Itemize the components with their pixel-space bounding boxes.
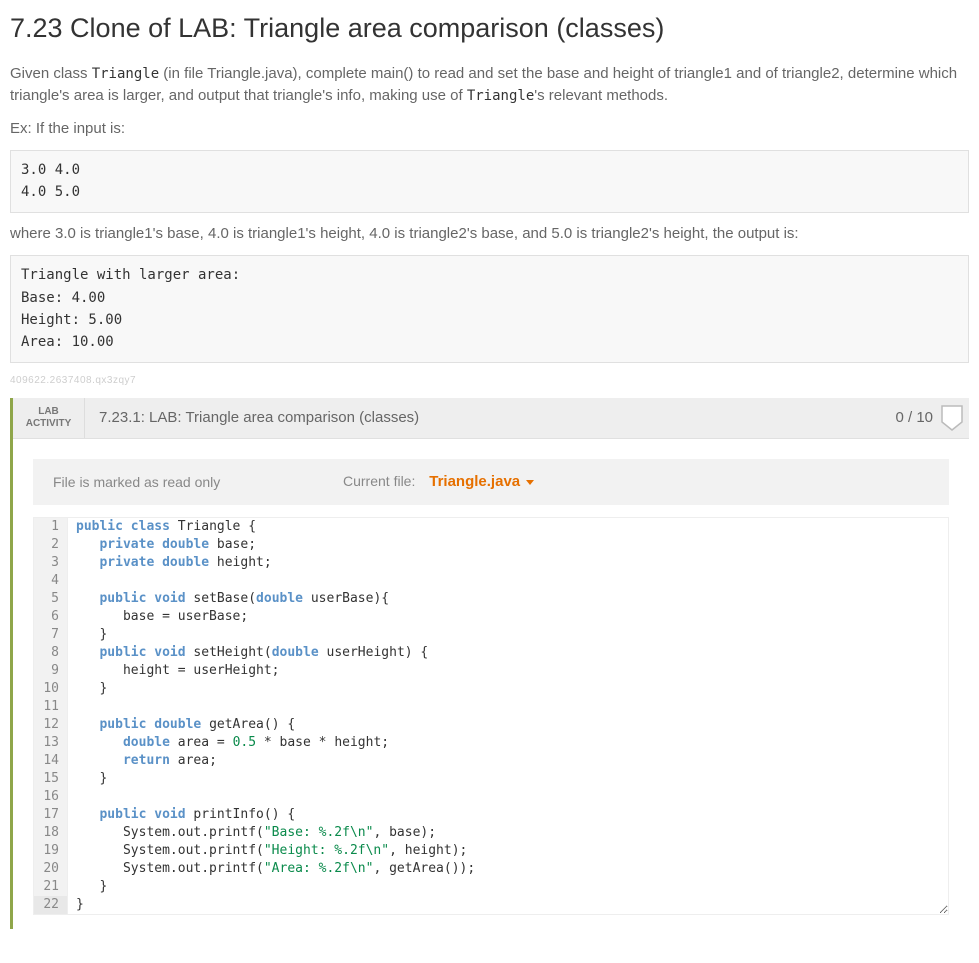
intro-paragraph: Given class Triangle (in file Triangle.j…: [10, 63, 969, 108]
gutter-number: 19: [34, 842, 68, 860]
code-line: 22}: [34, 896, 948, 914]
example-explain: where 3.0 is triangle1's base, 4.0 is tr…: [10, 223, 969, 246]
code-line: 6 base = userBase;: [34, 608, 948, 626]
code-line: 17 public void printInfo() {: [34, 806, 948, 824]
code-source: return area;: [68, 752, 217, 770]
code-line: 2 private double base;: [34, 536, 948, 554]
code-line: 4: [34, 572, 948, 590]
activity-tag-line2: ACTIVITY: [26, 418, 72, 430]
code-line: 13 double area = 0.5 * base * height;: [34, 734, 948, 752]
code-source: private double base;: [68, 536, 256, 554]
activity-header: LAB ACTIVITY 7.23.1: LAB: Triangle area …: [13, 398, 969, 439]
code-line: 18 System.out.printf("Base: %.2f\n", bas…: [34, 824, 948, 842]
code-line: 15 }: [34, 770, 948, 788]
code-line: 1public class Triangle {: [34, 518, 948, 536]
intro-text-a: Given class: [10, 65, 92, 82]
code-source: public void printInfo() {: [68, 806, 295, 824]
code-source: System.out.printf("Height: %.2f\n", heig…: [68, 842, 467, 860]
current-file-name: Triangle.java: [429, 471, 520, 494]
gutter-number: 17: [34, 806, 68, 824]
code-source: private double height;: [68, 554, 272, 572]
intro-text-c: 's relevant methods.: [534, 87, 668, 104]
code-line: 14 return area;: [34, 752, 948, 770]
gutter-number: 4: [34, 572, 68, 590]
code-line: 7 }: [34, 626, 948, 644]
code-line: 20 System.out.printf("Area: %.2f\n", get…: [34, 860, 948, 878]
example-label: Ex: If the input is:: [10, 118, 969, 141]
code-line: 9 height = userHeight;: [34, 662, 948, 680]
code-source: System.out.printf("Area: %.2f\n", getAre…: [68, 860, 475, 878]
code-source: base = userBase;: [68, 608, 248, 626]
readonly-notice: File is marked as read only: [53, 472, 343, 493]
gutter-number: 8: [34, 644, 68, 662]
code-line: 5 public void setBase(double userBase){: [34, 590, 948, 608]
gutter-number: 20: [34, 860, 68, 878]
code-source: }: [68, 878, 107, 896]
gutter-number: 18: [34, 824, 68, 842]
activity-score: 0 / 10: [881, 398, 941, 438]
code-source: [68, 788, 76, 806]
code-line: 10 }: [34, 680, 948, 698]
file-bar: File is marked as read only Current file…: [33, 459, 949, 506]
code-line: 3 private double height;: [34, 554, 948, 572]
gutter-number: 16: [34, 788, 68, 806]
gutter-number: 22: [34, 896, 68, 914]
code-source: public void setHeight(double userHeight)…: [68, 644, 428, 662]
code-source: [68, 572, 76, 590]
gutter-number: 21: [34, 878, 68, 896]
gutter-number: 13: [34, 734, 68, 752]
activity-tag: LAB ACTIVITY: [13, 398, 85, 438]
code-line: 21 }: [34, 878, 948, 896]
page-title: 7.23 Clone of LAB: Triangle area compari…: [10, 8, 969, 49]
classname-2: Triangle: [467, 88, 534, 104]
gutter-number: 2: [34, 536, 68, 554]
code-source: public void setBase(double userBase){: [68, 590, 389, 608]
gutter-number: 3: [34, 554, 68, 572]
code-line: 19 System.out.printf("Height: %.2f\n", h…: [34, 842, 948, 860]
code-source: double area = 0.5 * base * height;: [68, 734, 389, 752]
caret-down-icon: [526, 480, 534, 485]
gutter-number: 6: [34, 608, 68, 626]
code-source: System.out.printf("Base: %.2f\n", base);: [68, 824, 436, 842]
code-editor[interactable]: 1public class Triangle {2 private double…: [33, 517, 949, 915]
activity-title: 7.23.1: LAB: Triangle area comparison (c…: [85, 398, 881, 438]
code-line: 12 public double getArea() {: [34, 716, 948, 734]
code-line: 16: [34, 788, 948, 806]
gutter-number: 11: [34, 698, 68, 716]
current-file-dropdown[interactable]: Triangle.java: [429, 471, 534, 494]
code-source: }: [68, 626, 107, 644]
code-source: }: [68, 680, 107, 698]
activity-tag-line1: LAB: [38, 406, 59, 418]
code-source: height = userHeight;: [68, 662, 280, 680]
code-source: }: [68, 896, 84, 914]
gutter-number: 5: [34, 590, 68, 608]
gutter-number: 1: [34, 518, 68, 536]
classname-1: Triangle: [92, 66, 159, 82]
activity-panel: LAB ACTIVITY 7.23.1: LAB: Triangle area …: [10, 398, 969, 930]
code-source: }: [68, 770, 107, 788]
gutter-number: 10: [34, 680, 68, 698]
gutter-number: 7: [34, 626, 68, 644]
content-id: 409622.2637408.qx3zqy7: [10, 373, 969, 388]
code-source: public class Triangle {: [68, 518, 256, 536]
example-output-block: Triangle with larger area: Base: 4.00 He…: [10, 255, 969, 363]
code-line: 11: [34, 698, 948, 716]
example-input-block: 3.0 4.0 4.0 5.0: [10, 150, 969, 213]
current-file-label: Current file:: [343, 473, 415, 489]
shield-icon: [941, 405, 963, 431]
activity-badge: [941, 398, 969, 438]
gutter-number: 14: [34, 752, 68, 770]
code-source: [68, 698, 76, 716]
code-source: public double getArea() {: [68, 716, 295, 734]
gutter-number: 9: [34, 662, 68, 680]
gutter-number: 12: [34, 716, 68, 734]
gutter-number: 15: [34, 770, 68, 788]
code-line: 8 public void setHeight(double userHeigh…: [34, 644, 948, 662]
